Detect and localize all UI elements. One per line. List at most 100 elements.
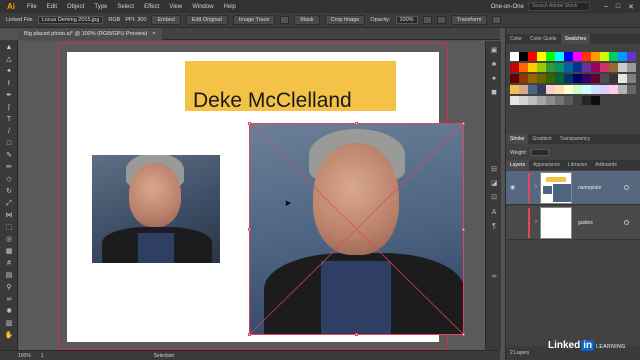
swatch[interactable] — [546, 85, 555, 94]
swatch[interactable] — [618, 52, 627, 61]
swatch[interactable] — [528, 85, 537, 94]
line-tool-icon[interactable]: / — [4, 128, 14, 136]
menu-edit[interactable]: Edit — [42, 4, 62, 10]
selection-bounding-box[interactable] — [248, 122, 465, 336]
pen-tool-icon[interactable]: ✒ — [4, 92, 14, 100]
lasso-tool-icon[interactable]: ℓ — [4, 80, 14, 88]
character-icon[interactable]: A — [490, 209, 498, 217]
swatch[interactable] — [537, 63, 546, 72]
swatch[interactable] — [573, 96, 582, 105]
swatch[interactable] — [609, 74, 618, 83]
swatch[interactable] — [537, 52, 546, 61]
swatch[interactable] — [546, 52, 555, 61]
swatch[interactable] — [555, 74, 564, 83]
image-trace-button[interactable]: Image Trace — [232, 15, 276, 25]
swatch[interactable] — [609, 85, 618, 94]
artboard-number[interactable]: 1 — [41, 353, 44, 359]
swatch[interactable] — [627, 52, 636, 61]
swatch[interactable] — [591, 85, 600, 94]
swatch[interactable] — [519, 52, 528, 61]
layer-target-icon[interactable] — [624, 220, 629, 225]
file-name-field[interactable]: Locus Deming 2015.jpg — [37, 16, 104, 24]
document-tab[interactable]: Big placed photo.ai* @ 100% (RGB/GPU Pre… — [18, 28, 162, 40]
tab-transparency[interactable]: Transparency — [556, 134, 594, 144]
handle-middle-right[interactable] — [462, 228, 465, 231]
minimize-icon[interactable]: – — [604, 3, 608, 11]
layer-name[interactable]: guides — [578, 220, 593, 226]
menu-type[interactable]: Type — [89, 4, 112, 10]
paragraph-icon[interactable]: ¶ — [490, 223, 498, 231]
edit-original-button[interactable]: Edit Original — [185, 15, 228, 25]
swatch[interactable] — [519, 96, 528, 105]
layer-row-nameplate[interactable]: ◉ › nameplate — [506, 171, 640, 205]
align-panel-icon[interactable]: ⊟ — [490, 166, 498, 174]
handle-bottom-center[interactable] — [355, 333, 358, 336]
transform-button[interactable]: Transform — [450, 15, 488, 25]
swatch[interactable] — [600, 63, 609, 72]
swatch[interactable] — [582, 74, 591, 83]
handle-top-right[interactable] — [462, 122, 465, 125]
type-tool-icon[interactable]: T — [4, 116, 14, 124]
symbol-sprayer-tool-icon[interactable]: ✺ — [4, 308, 14, 316]
column-graph-tool-icon[interactable]: ▥ — [4, 320, 14, 328]
symbols-icon[interactable]: ♠ — [490, 75, 498, 83]
swatch[interactable] — [573, 85, 582, 94]
pathfinder-icon[interactable]: ◪ — [490, 180, 498, 188]
status-mode[interactable]: Selection — [154, 353, 175, 359]
curvature-tool-icon[interactable]: ∫ — [4, 104, 14, 112]
swatch[interactable] — [609, 63, 618, 72]
swatch[interactable] — [537, 96, 546, 105]
arrange-icon[interactable] — [492, 16, 502, 24]
tab-swatches[interactable]: Swatches — [560, 34, 591, 44]
graphic-styles-icon[interactable]: ◼ — [490, 89, 498, 97]
menu-window[interactable]: Window — [187, 4, 218, 10]
swatch[interactable] — [609, 52, 618, 61]
zoom-level[interactable]: 100% — [18, 353, 31, 359]
swatch[interactable] — [627, 63, 636, 72]
rectangle-tool-icon[interactable]: □ — [4, 140, 14, 148]
swatch[interactable] — [564, 74, 573, 83]
swatch[interactable] — [618, 63, 627, 72]
swatch[interactable] — [510, 85, 519, 94]
swatch[interactable] — [564, 85, 573, 94]
layer-target-icon[interactable] — [624, 185, 629, 190]
brushes-icon[interactable]: ♣ — [490, 61, 498, 69]
swatch[interactable] — [582, 63, 591, 72]
maximize-icon[interactable]: □ — [616, 3, 620, 11]
swatch[interactable] — [519, 63, 528, 72]
swatch[interactable] — [618, 85, 627, 94]
tab-libraries[interactable]: Libraries — [564, 160, 591, 170]
menu-select[interactable]: Select — [112, 4, 139, 10]
swatch[interactable] — [591, 52, 600, 61]
swatch[interactable] — [528, 96, 537, 105]
tab-appearance[interactable]: Appearance — [529, 160, 564, 170]
hand-tool-icon[interactable]: ✋ — [4, 332, 14, 340]
swatch[interactable] — [528, 63, 537, 72]
swatch[interactable] — [564, 63, 573, 72]
mesh-tool-icon[interactable]: # — [4, 260, 14, 268]
opacity-field[interactable]: 100% — [395, 16, 418, 24]
links-icon[interactable]: ∞ — [490, 273, 498, 281]
menu-view[interactable]: View — [164, 4, 187, 10]
swatch[interactable] — [591, 96, 600, 105]
crop-image-button[interactable]: Crop Image — [324, 15, 366, 25]
tab-layers[interactable]: Layers — [506, 160, 530, 170]
pencil-tool-icon[interactable]: ✏ — [4, 164, 14, 172]
swatch[interactable] — [582, 96, 591, 105]
free-transform-tool-icon[interactable]: ⬚ — [4, 224, 14, 232]
image-trace-options-icon[interactable] — [280, 16, 290, 24]
swatch[interactable] — [555, 85, 564, 94]
document-tab-close-icon[interactable]: × — [152, 28, 155, 40]
embed-button[interactable]: Embed — [151, 15, 181, 25]
swatch[interactable] — [627, 74, 636, 83]
swatch[interactable] — [546, 63, 555, 72]
swatch[interactable] — [555, 52, 564, 61]
tab-stroke[interactable]: Stroke — [506, 134, 529, 144]
search-input[interactable]: Search Adobe Stock — [527, 2, 590, 11]
properties-icon[interactable]: ▣ — [490, 47, 498, 55]
handle-middle-left[interactable] — [248, 228, 251, 231]
width-tool-icon[interactable]: ⋈ — [4, 212, 14, 220]
tab-color[interactable]: Color — [506, 34, 526, 44]
menu-help[interactable]: Help — [219, 4, 241, 10]
transform-panel-icon[interactable]: ⊡ — [490, 194, 498, 202]
